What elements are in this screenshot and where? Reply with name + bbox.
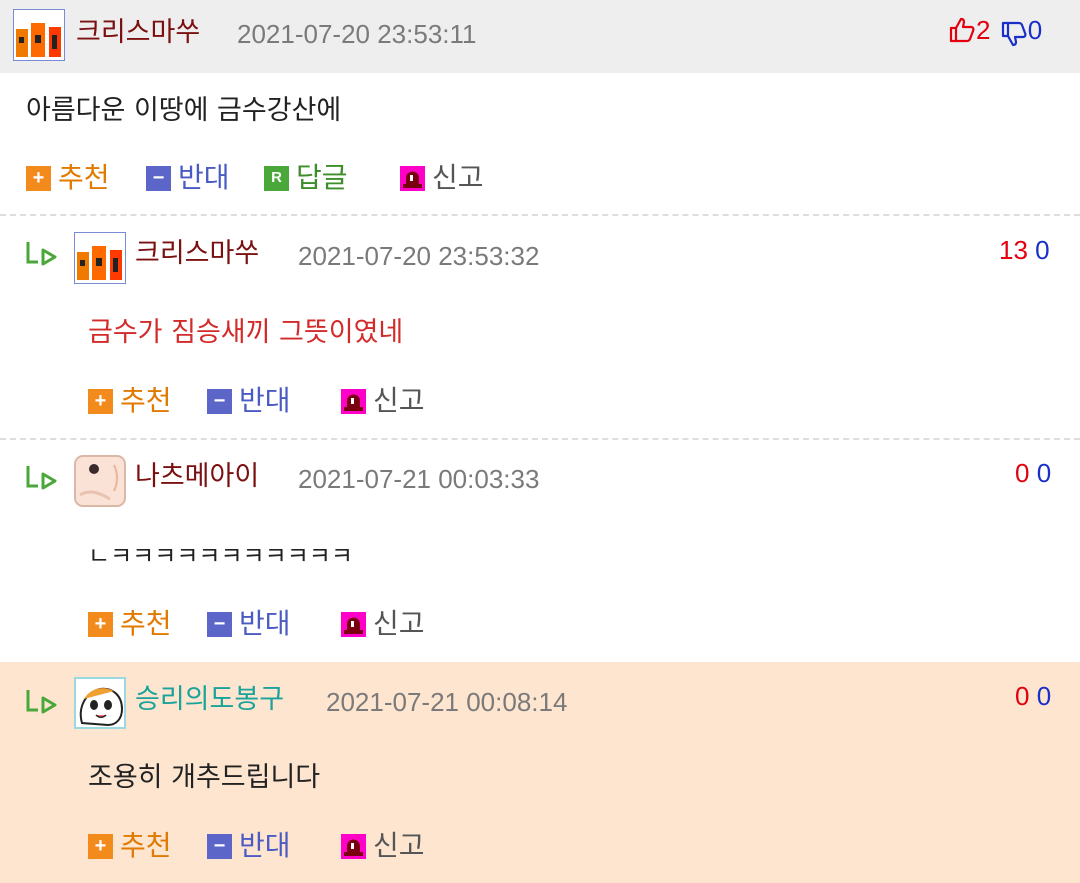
recommend-button[interactable]: + 추천 bbox=[88, 385, 172, 417]
avatar[interactable] bbox=[74, 455, 126, 507]
thumbs-down-icon bbox=[1001, 21, 1027, 47]
reply-body: 조용히 개추드립니다 bbox=[88, 762, 321, 793]
siren-icon bbox=[400, 165, 425, 191]
recommend-label: 추천 bbox=[58, 161, 110, 194]
report-button[interactable]: 신고 bbox=[400, 162, 484, 194]
thumbs-up-icon bbox=[949, 17, 975, 43]
reply-nickname[interactable]: 크리스마쑤 bbox=[135, 238, 259, 270]
plus-icon: + bbox=[88, 833, 113, 859]
reply-down-count: 0 bbox=[1036, 681, 1052, 711]
comment-thread: 크리스마쑤 2021-07-20 23:53:11 2 0 아름다운 이땅에 금… bbox=[0, 0, 1080, 883]
recommend-label: 추천 bbox=[120, 607, 172, 640]
comment-datetime: 2021-07-20 23:53:11 bbox=[237, 19, 477, 49]
oppose-button[interactable]: − 반대 bbox=[207, 608, 291, 640]
recommend-label: 추천 bbox=[120, 384, 172, 417]
report-label: 신고 bbox=[432, 161, 484, 194]
divider bbox=[0, 438, 1080, 440]
avatar[interactable] bbox=[74, 677, 126, 729]
recommend-button[interactable]: + 추천 bbox=[88, 830, 172, 862]
comment-nickname[interactable]: 크리스마쑤 bbox=[76, 17, 200, 49]
reply-icon: R bbox=[264, 165, 289, 191]
minus-icon: − bbox=[146, 165, 171, 191]
avatar-image bbox=[13, 9, 65, 61]
divider bbox=[0, 214, 1080, 216]
recommend-button[interactable]: + 추천 bbox=[88, 608, 172, 640]
reply-body: ㄴㅋㅋㅋㅋㅋㅋㅋㅋㅋㅋㅋ bbox=[88, 542, 353, 570]
oppose-label: 반대 bbox=[239, 607, 291, 640]
reply-up-count: 0 bbox=[1015, 458, 1030, 488]
report-label: 신고 bbox=[373, 829, 425, 862]
oppose-button[interactable]: − 반대 bbox=[207, 830, 291, 862]
recommend-label: 추천 bbox=[120, 829, 172, 862]
reply-nickname[interactable]: 승리의도봉구 bbox=[135, 684, 284, 716]
plus-icon: + bbox=[88, 611, 113, 637]
reply-arrow-icon bbox=[26, 242, 57, 266]
avatar-image bbox=[74, 455, 126, 507]
recommend-button[interactable]: + 추천 bbox=[26, 162, 110, 194]
avatar[interactable] bbox=[13, 9, 65, 61]
reply-arrow-icon bbox=[26, 466, 57, 490]
oppose-label: 반대 bbox=[239, 384, 291, 417]
plus-icon: + bbox=[26, 165, 51, 191]
report-label: 신고 bbox=[373, 384, 425, 417]
reply-button[interactable]: R 답글 bbox=[264, 162, 348, 194]
reply-down-count: 0 bbox=[1035, 235, 1050, 265]
oppose-label: 반대 bbox=[178, 161, 230, 194]
report-label: 신고 bbox=[373, 607, 425, 640]
reply-body: 금수가 짐승새끼 그뜻이였네 bbox=[88, 317, 404, 348]
reply-arrow-icon bbox=[26, 690, 57, 714]
comment-vote-counts: 2 0 bbox=[948, 14, 1042, 48]
reply-datetime: 2021-07-21 00:08:14 bbox=[326, 687, 568, 717]
report-button[interactable]: 신고 bbox=[341, 830, 425, 862]
minus-icon: − bbox=[207, 833, 232, 859]
minus-icon: − bbox=[207, 611, 232, 637]
oppose-button[interactable]: − 반대 bbox=[146, 162, 230, 194]
oppose-button[interactable]: − 반대 bbox=[207, 385, 291, 417]
reply-up-count: 13 bbox=[999, 235, 1028, 265]
reply-down-count: 0 bbox=[1036, 458, 1052, 488]
plus-icon: + bbox=[88, 388, 113, 414]
reply-up-count: 0 bbox=[1015, 681, 1030, 711]
reply-label: 답글 bbox=[296, 161, 348, 194]
minus-icon: − bbox=[207, 388, 232, 414]
comment-body: 아름다운 이땅에 금수강산에 bbox=[26, 95, 342, 126]
avatar[interactable] bbox=[74, 232, 126, 284]
avatar-image bbox=[74, 677, 126, 729]
reply-datetime: 2021-07-20 23:53:32 bbox=[298, 241, 540, 271]
reply-vote-counts: 0 0 bbox=[1015, 680, 1051, 712]
reply-vote-counts: 0 0 bbox=[1015, 457, 1051, 489]
reply-nickname[interactable]: 나츠메아이 bbox=[135, 461, 259, 493]
siren-icon bbox=[341, 833, 366, 859]
comment-down-count: 0 bbox=[1027, 15, 1043, 45]
report-button[interactable]: 신고 bbox=[341, 608, 425, 640]
siren-icon bbox=[341, 388, 366, 414]
report-button[interactable]: 신고 bbox=[341, 385, 425, 417]
siren-icon bbox=[341, 611, 366, 637]
reply-datetime: 2021-07-21 00:03:33 bbox=[298, 464, 540, 494]
oppose-label: 반대 bbox=[239, 829, 291, 862]
reply-vote-counts: 13 0 bbox=[999, 234, 1050, 266]
comment-up-count: 2 bbox=[976, 15, 991, 45]
avatar-image bbox=[74, 232, 126, 284]
